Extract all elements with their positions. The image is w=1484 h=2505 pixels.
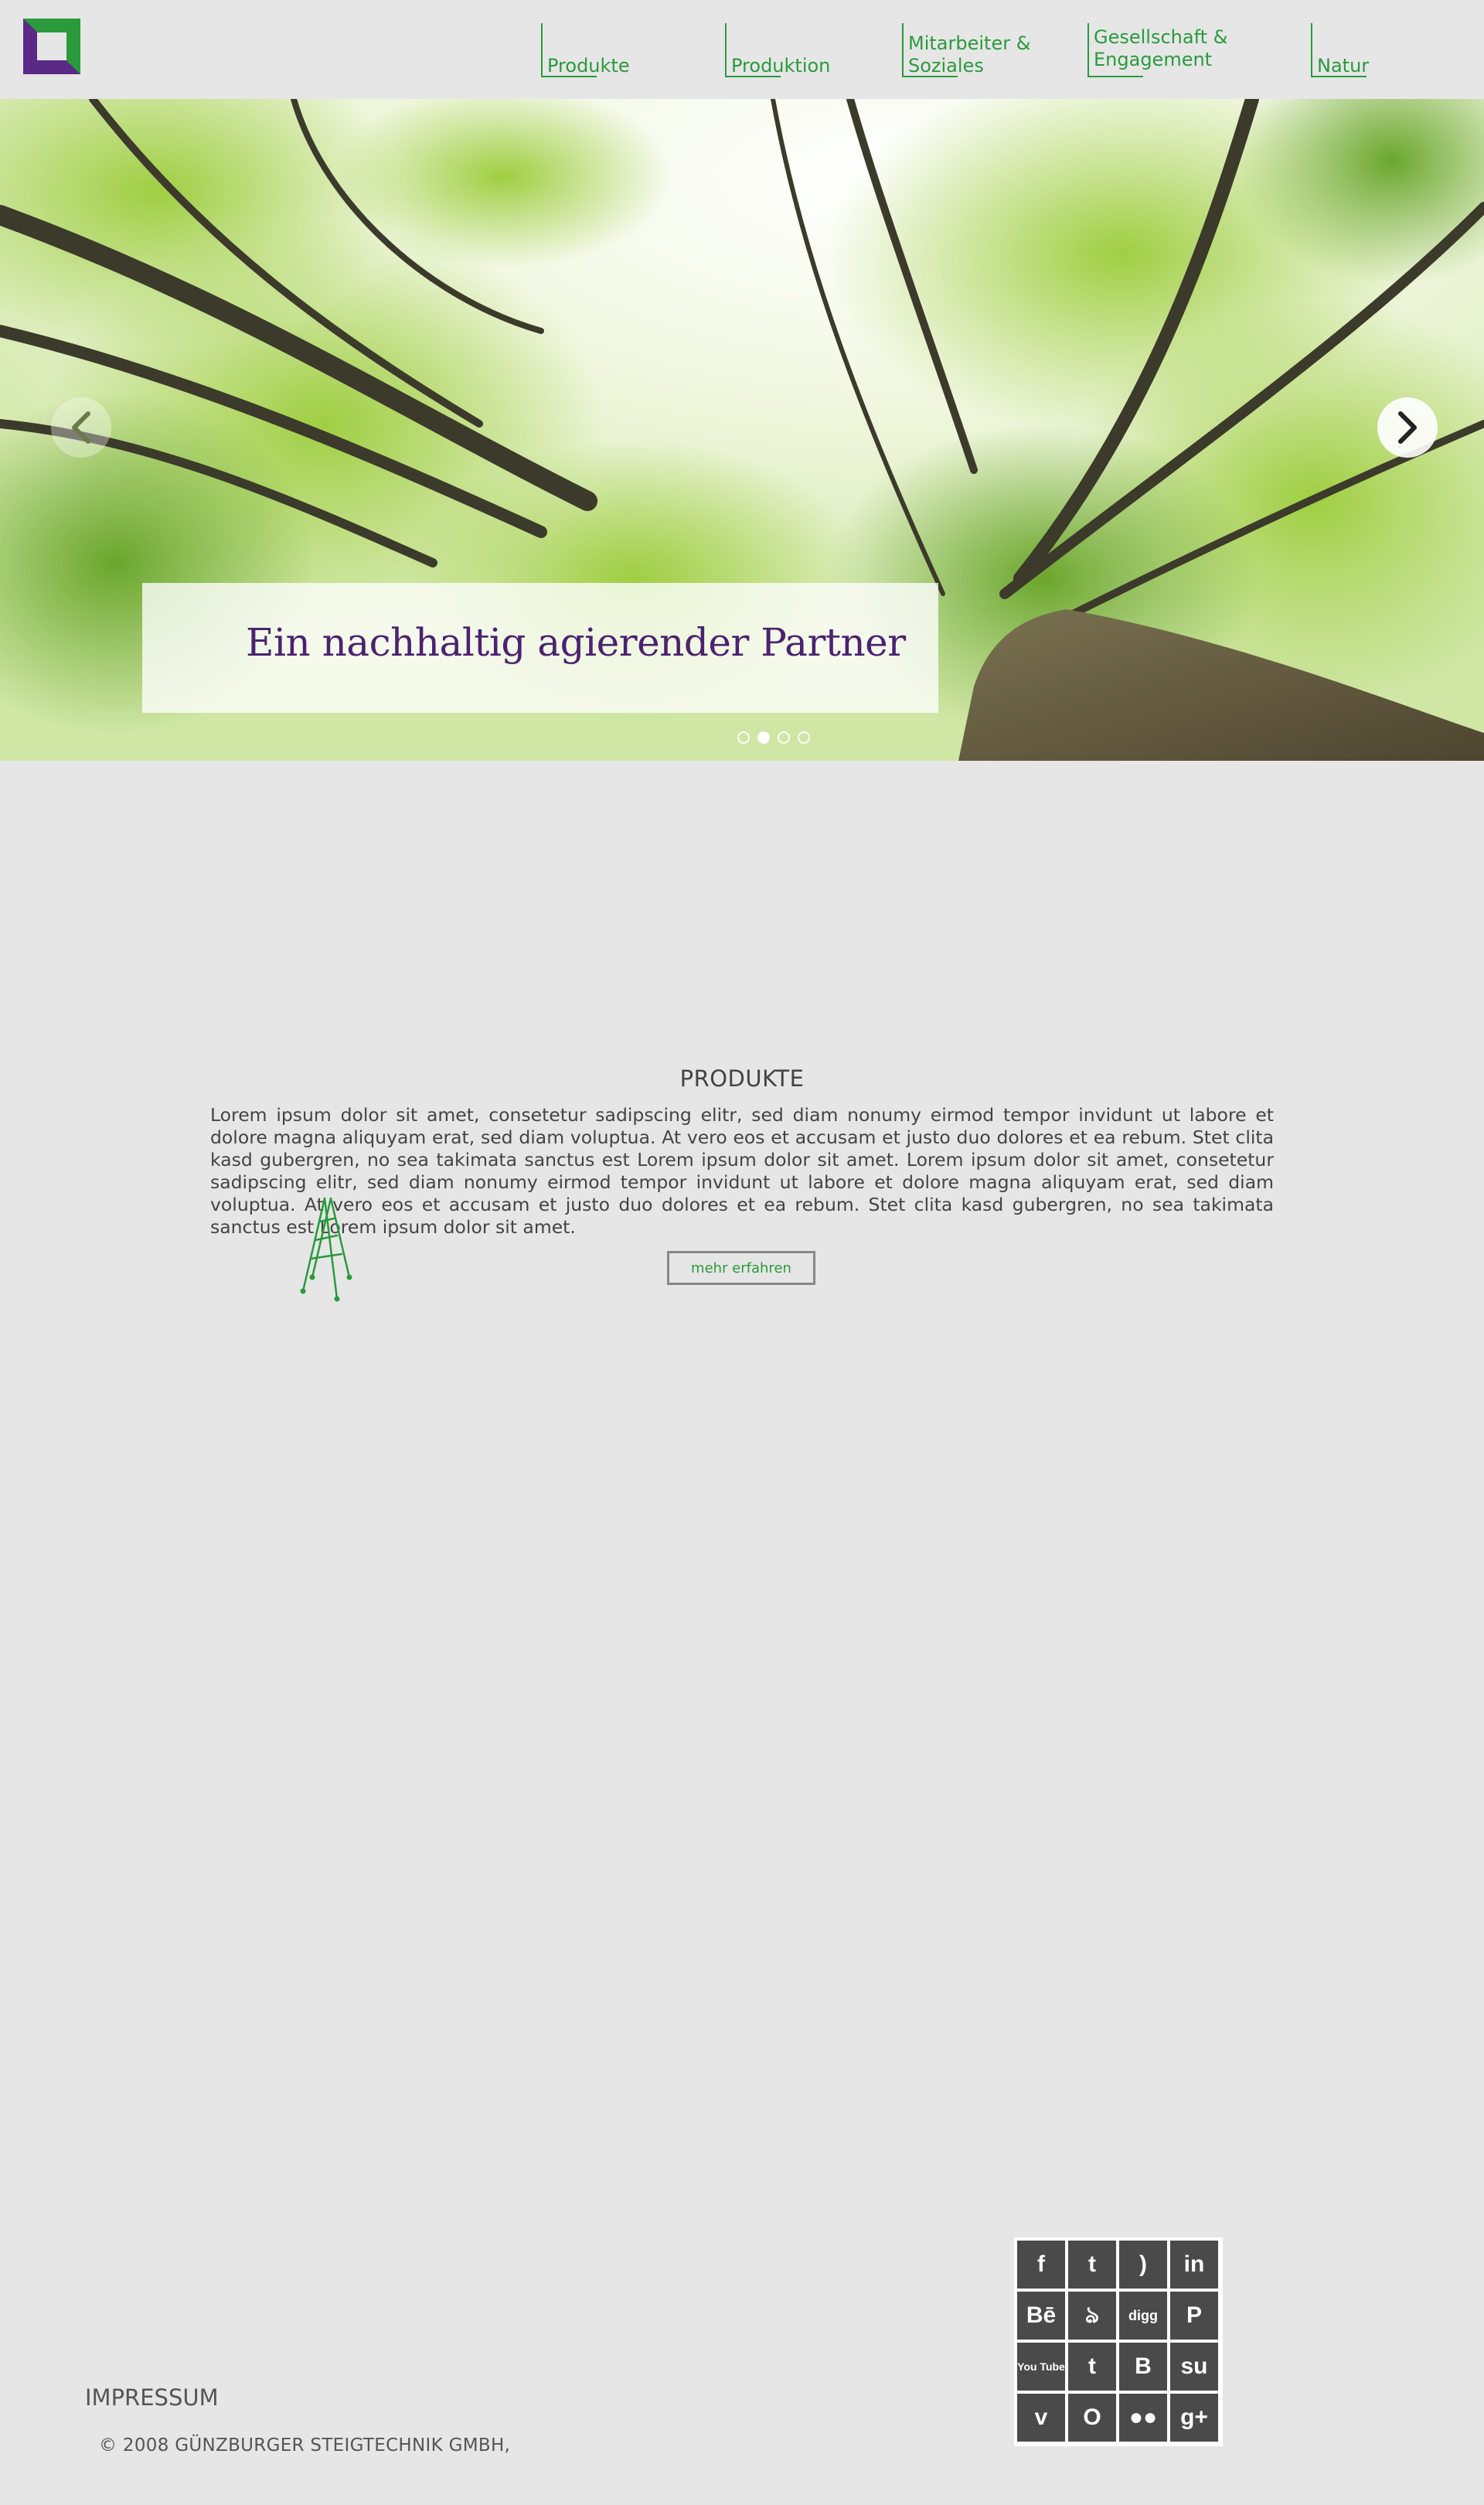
- digg-icon[interactable]: digg: [1119, 2292, 1167, 2340]
- nav-gesellschaft-engagement[interactable]: Gesellschaft & Engagement: [1087, 23, 1259, 77]
- nav-produktion[interactable]: Produktion: [725, 23, 881, 77]
- nav-natur[interactable]: Natur: [1311, 23, 1405, 77]
- behance-icon[interactable]: Bē: [1017, 2292, 1065, 2340]
- nav-underline: [1089, 76, 1143, 77]
- flickr-icon[interactable]: ●●: [1119, 2394, 1167, 2442]
- slide-caption-box: Ein nachhaltig agierender Partner: [142, 583, 938, 713]
- slide-caption: Ein nachhaltig agierender Partner: [246, 620, 906, 665]
- copyright-text: © 2008 GÜNZBURGER STEIGTECHNIK GMBH,: [99, 2435, 511, 2456]
- nav-label-line2: Soziales: [908, 55, 984, 77]
- slider-dot-4[interactable]: [798, 731, 810, 744]
- stumbleupon-icon[interactable]: su: [1170, 2343, 1218, 2391]
- nav-label: Produkte: [547, 55, 630, 77]
- nav-label-line1: Gesellschaft &: [1094, 26, 1228, 48]
- slider-next-button[interactable]: [1377, 397, 1438, 458]
- pinterest-icon[interactable]: P: [1170, 2292, 1218, 2340]
- social-media-grid: f t) in Bē ঌ digg P You Tube t Bsu v O ●● g+: [1014, 2237, 1223, 2446]
- slider-prev-button[interactable]: [51, 397, 111, 458]
- nav-underline: [543, 76, 597, 77]
- nav-underline: [904, 76, 958, 77]
- nav-label: Mitarbeiter & Soziales: [908, 32, 1030, 77]
- slider-dot-3[interactable]: [778, 731, 790, 744]
- mehr-erfahren-button[interactable]: mehr erfahren: [667, 1251, 815, 1285]
- ring-icon[interactable]: O: [1068, 2394, 1116, 2442]
- nav-underline: [1312, 76, 1367, 77]
- youtube-icon[interactable]: You Tube: [1017, 2343, 1065, 2391]
- deviantart-icon[interactable]: ঌ: [1068, 2292, 1116, 2340]
- impressum-link[interactable]: IMPRESSUM: [85, 2384, 219, 2411]
- slider-dot-2[interactable]: [757, 731, 770, 744]
- vimeo-icon[interactable]: v: [1017, 2394, 1065, 2442]
- section-title-produkte: PRODUKTE: [679, 1065, 805, 1092]
- twitter-icon[interactable]: t: [1068, 2241, 1116, 2289]
- chevron-right-icon: [1398, 411, 1417, 444]
- nav-label: Gesellschaft & Engagement: [1094, 26, 1227, 71]
- ladder-icon: [300, 1197, 352, 1302]
- blogger-icon[interactable]: B: [1119, 2343, 1167, 2391]
- linkedin-icon[interactable]: in: [1170, 2241, 1218, 2289]
- site-header: Produkte Produktion Mitarbeiter & Sozial…: [0, 0, 1484, 99]
- googleplus-icon[interactable]: g+: [1170, 2394, 1218, 2442]
- slider-dot-1[interactable]: [737, 731, 750, 744]
- section-body-text: Lorem ipsum dolor sit amet, consetetur s…: [210, 1104, 1274, 1238]
- rss-icon[interactable]: ): [1119, 2241, 1167, 2289]
- nav-label: Produktion: [731, 55, 831, 77]
- nav-underline: [727, 76, 781, 77]
- slider-pagination: [737, 731, 810, 744]
- nav-label-line2: Engagement: [1094, 49, 1213, 70]
- tumblr-icon[interactable]: t: [1068, 2343, 1116, 2391]
- nav-label: Natur: [1317, 55, 1370, 77]
- facebook-icon[interactable]: f: [1017, 2241, 1065, 2289]
- chevron-left-icon: [72, 411, 90, 444]
- hero-slider: Ein nachhaltig agierender Partner: [0, 99, 1484, 761]
- nav-produkte[interactable]: Produkte: [541, 23, 697, 77]
- company-logo[interactable]: [23, 19, 80, 74]
- nav-mitarbeiter-soziales[interactable]: Mitarbeiter & Soziales: [902, 23, 1058, 77]
- nav-label-line1: Mitarbeiter &: [908, 32, 1031, 54]
